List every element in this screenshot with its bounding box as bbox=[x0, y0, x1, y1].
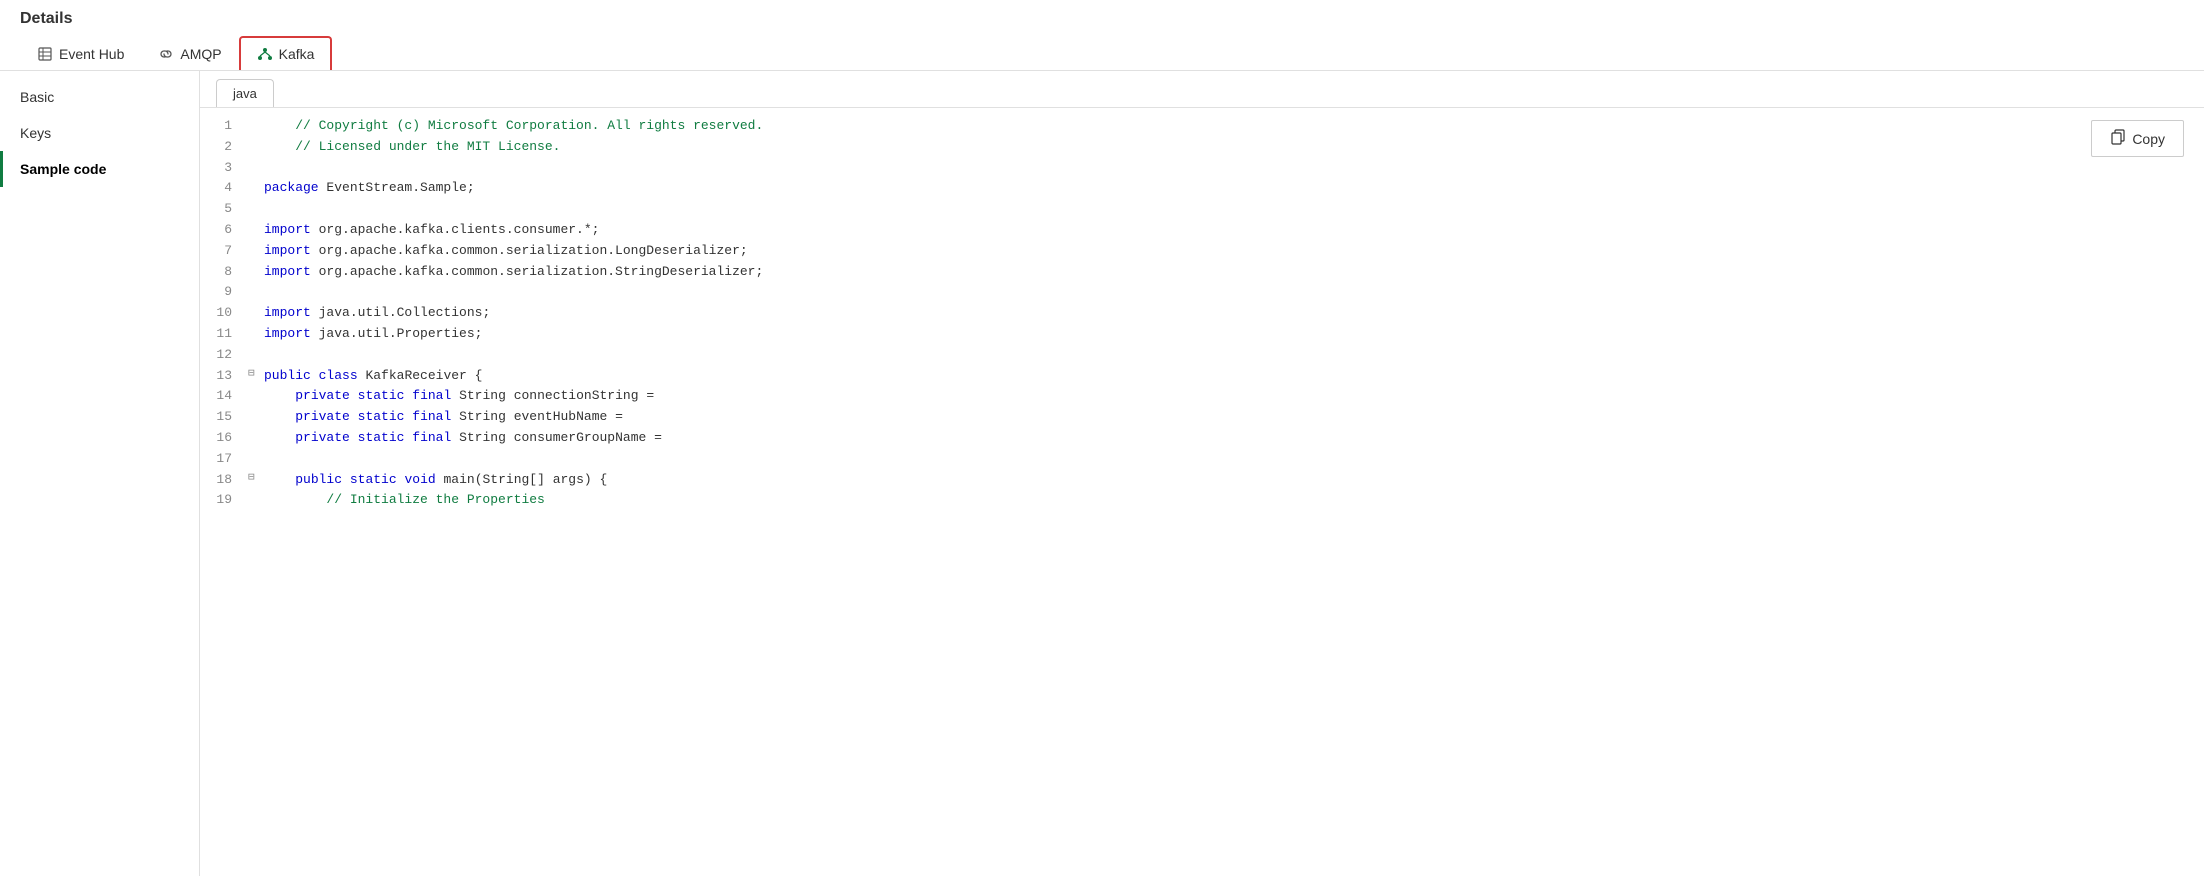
tab-amqp-label: AMQP bbox=[180, 46, 221, 62]
sidebar: Basic Keys Sample code bbox=[0, 71, 200, 876]
code-line-16: 16 private static final String consumerG… bbox=[200, 428, 2144, 449]
code-line-5: 5 bbox=[200, 199, 2144, 220]
code-line-19: 19 // Initialize the Properties bbox=[200, 490, 2144, 511]
tab-event-hub[interactable]: Event Hub bbox=[20, 37, 141, 70]
code-line-7: 7 import org.apache.kafka.common.seriali… bbox=[200, 241, 2144, 262]
sidebar-sample-code-label: Sample code bbox=[20, 161, 106, 177]
code-block: 1 // Copyright (c) Microsoft Corporation… bbox=[200, 108, 2204, 876]
lang-tab-java-label: java bbox=[233, 86, 257, 101]
code-line-8: 8 import org.apache.kafka.common.seriali… bbox=[200, 262, 2144, 283]
fold-icon-18[interactable]: ⊟ bbox=[248, 470, 262, 488]
code-line-6: 6 import org.apache.kafka.clients.consum… bbox=[200, 220, 2144, 241]
code-line-2: 2 // Licensed under the MIT License. bbox=[200, 137, 2144, 158]
code-line-4: 4 package EventStream.Sample; bbox=[200, 178, 2144, 199]
code-line-10: 10 import java.util.Collections; bbox=[200, 303, 2144, 324]
code-line-13: 13 ⊟ public class KafkaReceiver { bbox=[200, 366, 2144, 387]
code-line-18: 18 ⊟ public static void main(String[] ar… bbox=[200, 470, 2144, 491]
sidebar-basic-label: Basic bbox=[20, 89, 54, 105]
table-icon bbox=[37, 46, 53, 62]
main-layout: Basic Keys Sample code java bbox=[0, 71, 2204, 876]
copy-label: Copy bbox=[2132, 131, 2165, 147]
kafka-icon bbox=[257, 46, 273, 62]
code-line-11: 11 import java.util.Properties; bbox=[200, 324, 2144, 345]
code-wrapper: Copy 1 // Copyright (c) Microsoft Corpor… bbox=[200, 108, 2204, 876]
sidebar-item-keys[interactable]: Keys bbox=[0, 115, 199, 151]
code-line-3: 3 bbox=[200, 158, 2144, 179]
code-line-12: 12 bbox=[200, 345, 2144, 366]
tab-kafka-label: Kafka bbox=[279, 46, 315, 62]
top-bar: Details Event Hub bbox=[0, 0, 2204, 71]
tab-amqp[interactable]: AMQP bbox=[141, 37, 238, 70]
sidebar-keys-label: Keys bbox=[20, 125, 51, 141]
copy-button[interactable]: Copy bbox=[2091, 120, 2184, 157]
fold-icon-13[interactable]: ⊟ bbox=[248, 366, 262, 384]
language-tabs: java bbox=[200, 71, 2204, 108]
code-line-1: 1 // Copyright (c) Microsoft Corporation… bbox=[200, 116, 2144, 137]
sidebar-item-basic[interactable]: Basic bbox=[0, 79, 199, 115]
sidebar-item-sample-code[interactable]: Sample code bbox=[0, 151, 199, 187]
tab-kafka[interactable]: Kafka bbox=[239, 36, 333, 70]
app-container: Details Event Hub bbox=[0, 0, 2204, 876]
code-line-9: 9 bbox=[200, 282, 2144, 303]
page-title: Details bbox=[20, 10, 2184, 28]
code-line-15: 15 private static final String eventHubN… bbox=[200, 407, 2144, 428]
top-bar-tabs: Event Hub AMQP bbox=[20, 36, 2184, 70]
lang-tab-java[interactable]: java bbox=[216, 79, 274, 107]
link-icon bbox=[158, 46, 174, 62]
code-line-17: 17 bbox=[200, 449, 2144, 470]
copy-icon bbox=[2110, 129, 2126, 148]
tab-event-hub-label: Event Hub bbox=[59, 46, 124, 62]
code-line-14: 14 private static final String connectio… bbox=[200, 386, 2144, 407]
content-area: java Copy 1 bbox=[200, 71, 2204, 876]
